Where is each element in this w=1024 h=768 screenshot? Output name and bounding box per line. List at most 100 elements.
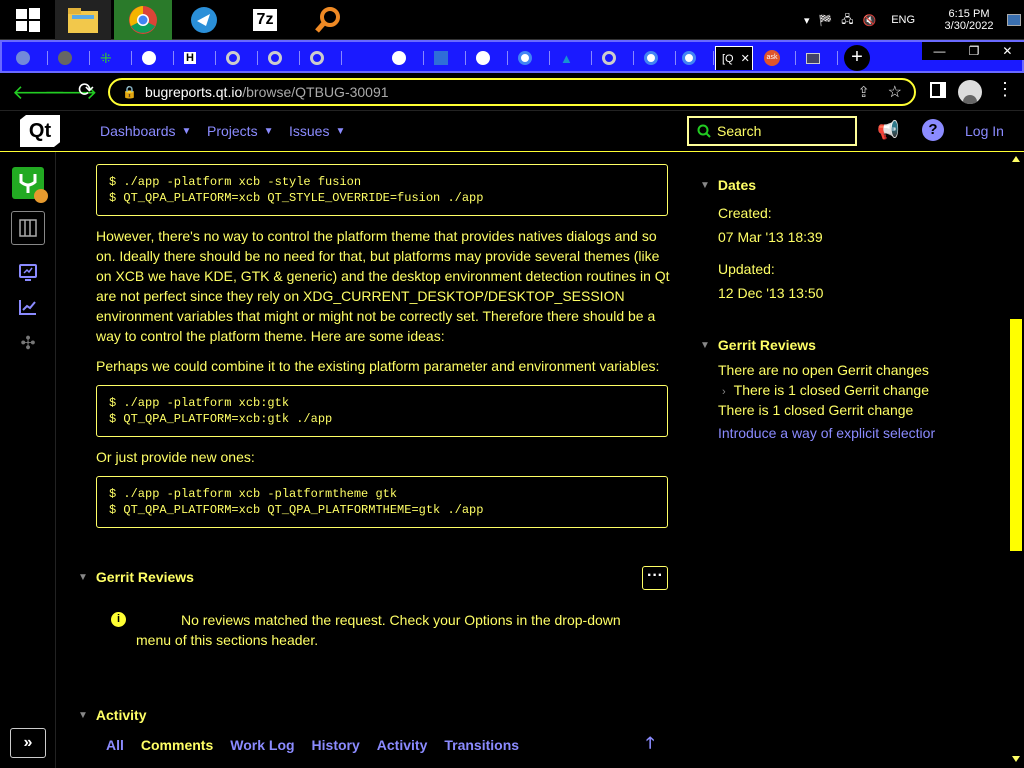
tab-slack[interactable]: ⁜ [94,46,132,70]
tab-work-log[interactable]: Work Log [230,737,294,753]
help-icon[interactable]: ? [922,119,944,141]
tab-jira[interactable] [428,46,466,70]
minimize-icon[interactable]: — [934,44,946,58]
tab-google[interactable] [676,46,714,70]
clock-date[interactable]: 3/30/2022 [945,20,994,32]
dates-section-toggle[interactable]: ▼ Dates [700,177,756,193]
tab-github[interactable] [470,46,508,70]
gerrit-change-link[interactable]: Introduce a way of explicit selectior [718,425,935,441]
tab-ask[interactable]: ask [758,46,796,70]
show-hidden-icons[interactable]: ▾ [804,14,810,27]
chevron-down-icon: ▼ [700,339,710,351]
tab-comments[interactable]: Comments [141,737,213,753]
tab-google[interactable] [512,46,550,70]
windows-taskbar: 7z ▾ 🏁 🖧 🔇 ENG 6:15 PM 3/30/2022 [0,0,1024,40]
login-link[interactable]: Log In [965,123,1004,139]
scroll-to-top-icon[interactable]: 🡑 [646,732,654,759]
tab-github[interactable] [386,46,424,70]
chrome-tab-icon [602,51,616,65]
show-desktop-icon[interactable] [1004,0,1024,40]
bookmark-star-icon[interactable]: ☆ [888,82,902,102]
chevron-down-icon: ▼ [78,709,88,721]
tab-chrome[interactable] [220,46,258,70]
tab-chrome[interactable] [262,46,300,70]
scrollbar-thumb[interactable] [1010,319,1022,551]
tab-monitor[interactable] [800,46,838,70]
reload-icon[interactable]: ⟳ [78,79,94,102]
chrome-tab-icon [226,51,240,65]
gerrit-open-status: There are no open Gerrit changes [718,362,929,378]
start-icon[interactable] [0,0,56,40]
gerrit-panel-toggle[interactable]: ▼ Gerrit Reviews [700,337,816,353]
gerrit-panel-title: Gerrit Reviews [717,337,816,353]
search-icon [697,124,711,138]
qt-logo[interactable]: Qt [20,115,60,147]
sidepanel-icon[interactable] [930,82,946,98]
google-icon [518,51,532,65]
flag-icon[interactable]: 🏁 [819,14,833,27]
tab-chrome[interactable] [304,46,342,70]
nav-dashboards[interactable]: Dashboards ▼ [100,123,191,139]
chevron-down-icon: ▼ [181,125,192,137]
chart-line-icon[interactable] [12,291,44,323]
tab-chrome[interactable] [596,46,634,70]
gerrit-section-toggle[interactable]: ▼ Gerrit Reviews [78,569,194,585]
google-icon [682,51,696,65]
app-icon[interactable] [176,0,232,40]
network-icon[interactable]: 🖧 [841,11,853,30]
page-scrollbar[interactable] [1008,152,1024,768]
gerrit-closed-toggle[interactable]: › There is 1 closed Gerrit change [722,382,929,398]
volume-muted-icon[interactable]: 🔇 [863,14,877,27]
language-indicator[interactable]: ENG [891,14,915,26]
puzzle-icon[interactable]: ✣ [12,327,44,359]
tab-active-label: [Q [722,52,734,65]
updated-label: Updated: [718,261,775,277]
tab-web[interactable] [52,46,90,70]
tab-github[interactable] [136,46,174,70]
chrome-icon[interactable] [114,0,172,40]
tab-google[interactable] [638,46,676,70]
expand-sidebar-button[interactable]: » [10,728,46,758]
issue-details-panel: ▼ Dates Created: 07 Mar '13 18:39 Update… [686,152,1008,768]
gerrit-section-title: Gerrit Reviews [95,569,194,585]
maximize-icon[interactable]: ❐ [969,44,980,58]
gerrit-options-button[interactable]: ··· [642,566,668,590]
profile-avatar[interactable] [958,80,982,104]
tab-qt-active[interactable]: [Q ✕ [715,46,753,70]
file-explorer-icon[interactable] [55,0,111,40]
search-placeholder: Search [717,123,762,139]
7zip-icon[interactable]: 7z [237,0,293,40]
jira-icon [434,51,448,65]
tab-activity[interactable]: Activity [377,737,428,753]
activity-section-toggle[interactable]: ▼ Activity [78,707,146,723]
search-app-icon[interactable] [300,0,356,40]
close-tab-icon[interactable]: ✕ [741,52,750,65]
nav-issues[interactable]: Issues ▼ [289,123,345,139]
project-avatar-icon[interactable] [12,167,48,203]
new-tab-button[interactable]: + [844,45,870,71]
gerrit-closed-status: There is 1 closed Gerrit change [718,402,914,418]
reports-icon[interactable] [12,256,44,288]
code-block: $ ./app -platform xcb -style fusion $ QT… [96,164,668,216]
clock-time[interactable]: 6:15 PM [949,8,990,20]
menu-kebab-icon[interactable]: ⋮ [996,79,1014,100]
scroll-up-icon[interactable] [1012,156,1020,162]
tab-discord[interactable] [10,46,48,70]
tab-all[interactable]: All [106,737,124,753]
description-paragraph: Or just provide new ones: [96,449,255,465]
tab-arch[interactable]: ▲ [554,46,592,70]
address-bar[interactable]: 🔒 bugreports.qt.io/browse/QTBUG-30091 ⇪ … [108,78,916,106]
search-input[interactable]: Search [687,116,857,146]
tab-history[interactable]: History [312,737,360,753]
board-icon[interactable] [11,211,45,245]
tab-transitions[interactable]: Transitions [444,737,519,753]
window-close-icon[interactable]: ✕ [1002,44,1012,58]
nav-projects[interactable]: Projects ▼ [207,123,273,139]
updated-value: 12 Dec '13 13:50 [718,285,824,301]
scroll-down-icon[interactable] [1012,756,1020,762]
discord-icon [16,51,30,65]
share-icon[interactable]: ⇪ [857,83,870,101]
lock-icon: 🔒 [122,85,137,99]
megaphone-icon[interactable]: 📢 [877,120,899,141]
tab-hn[interactable]: H [178,46,216,70]
